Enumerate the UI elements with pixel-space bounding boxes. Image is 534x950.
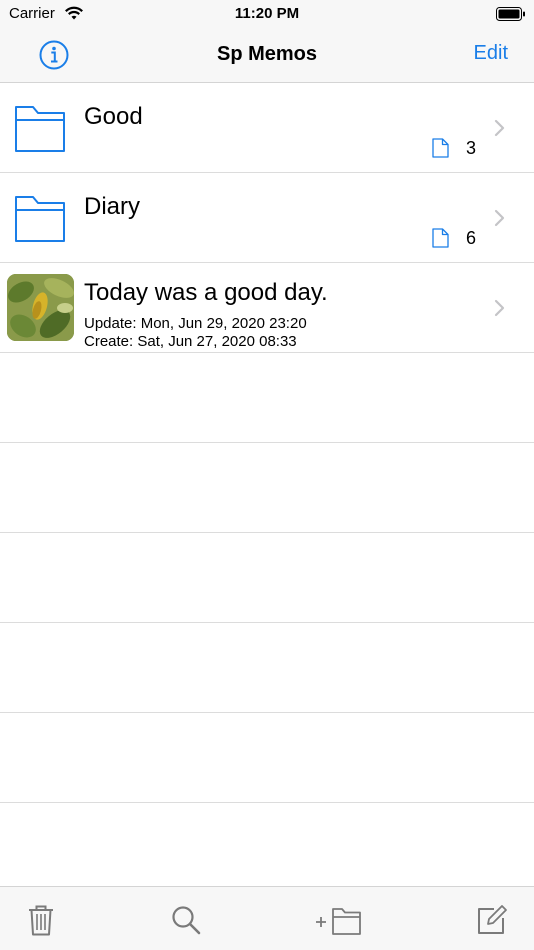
folder-icon	[15, 106, 65, 152]
memo-count: 6	[466, 228, 477, 248]
folder-icon	[15, 196, 65, 242]
search-icon[interactable]	[169, 903, 203, 937]
status-bar: Carrier 11:20 PM	[0, 0, 534, 28]
memo-create-date: Create: Sat, Jun 27, 2020 08:33	[84, 333, 297, 350]
folder-row-good[interactable]: Good 3	[0, 83, 534, 173]
bottom-toolbar	[0, 886, 534, 950]
memo-count: 3	[466, 138, 477, 158]
folder-row-diary[interactable]: Diary 6	[0, 173, 534, 263]
add-folder-icon[interactable]	[314, 903, 362, 937]
folder-name: Diary	[84, 193, 141, 220]
chevron-right-icon	[494, 119, 505, 137]
navigation-bar: Sp Memos Edit	[0, 28, 534, 83]
memo-thumbnail	[7, 274, 74, 341]
battery-icon	[496, 7, 525, 21]
document-icon	[432, 228, 449, 248]
chevron-right-icon	[494, 299, 505, 317]
empty-list-area	[0, 353, 534, 803]
empty-row	[0, 533, 534, 623]
document-icon	[432, 138, 449, 158]
memo-list: Good 3 Diary 6 Today was a good day. Upd…	[0, 83, 534, 353]
memo-update-date: Update: Mon, Jun 29, 2020 23:20	[84, 315, 307, 332]
status-time: 11:20 PM	[234, 5, 300, 22]
edit-button[interactable]: Edit	[474, 42, 508, 65]
empty-row	[0, 443, 534, 533]
empty-row	[0, 623, 534, 713]
folder-name: Good	[84, 103, 143, 130]
page-title: Sp Memos	[216, 43, 318, 65]
memo-title: Today was a good day.	[84, 279, 328, 306]
memo-row[interactable]: Today was a good day. Update: Mon, Jun 2…	[0, 263, 534, 353]
compose-icon[interactable]	[474, 903, 508, 937]
empty-row	[0, 713, 534, 803]
chevron-right-icon	[494, 209, 505, 227]
empty-row	[0, 353, 534, 443]
trash-icon[interactable]	[24, 903, 58, 937]
